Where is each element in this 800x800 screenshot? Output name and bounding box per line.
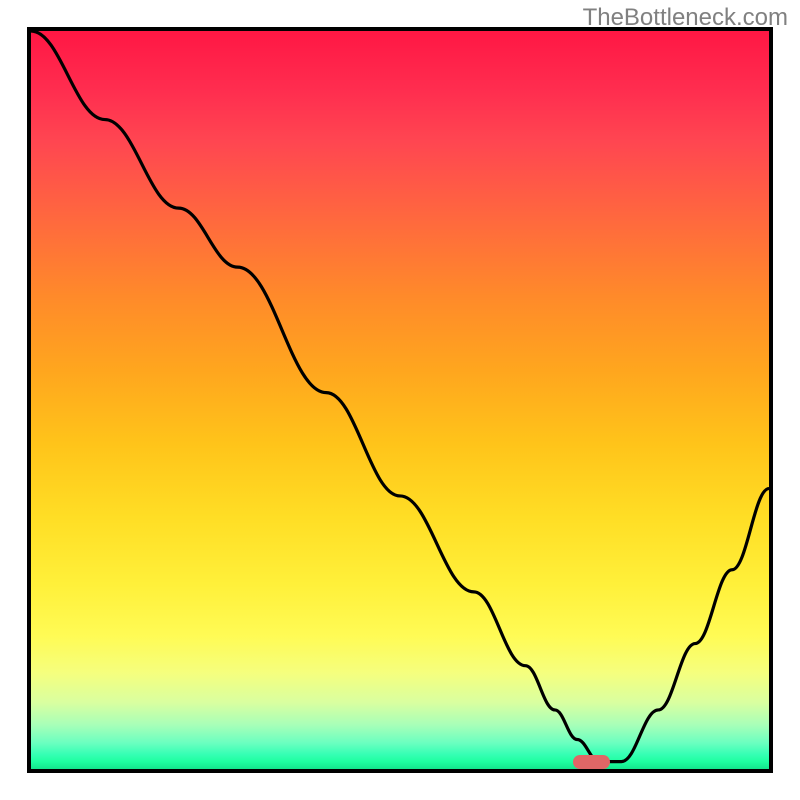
bottleneck-curve: [31, 31, 769, 769]
optimal-marker: [573, 755, 610, 769]
chart-plot-area: [27, 27, 773, 773]
watermark-text: TheBottleneck.com: [583, 4, 788, 32]
